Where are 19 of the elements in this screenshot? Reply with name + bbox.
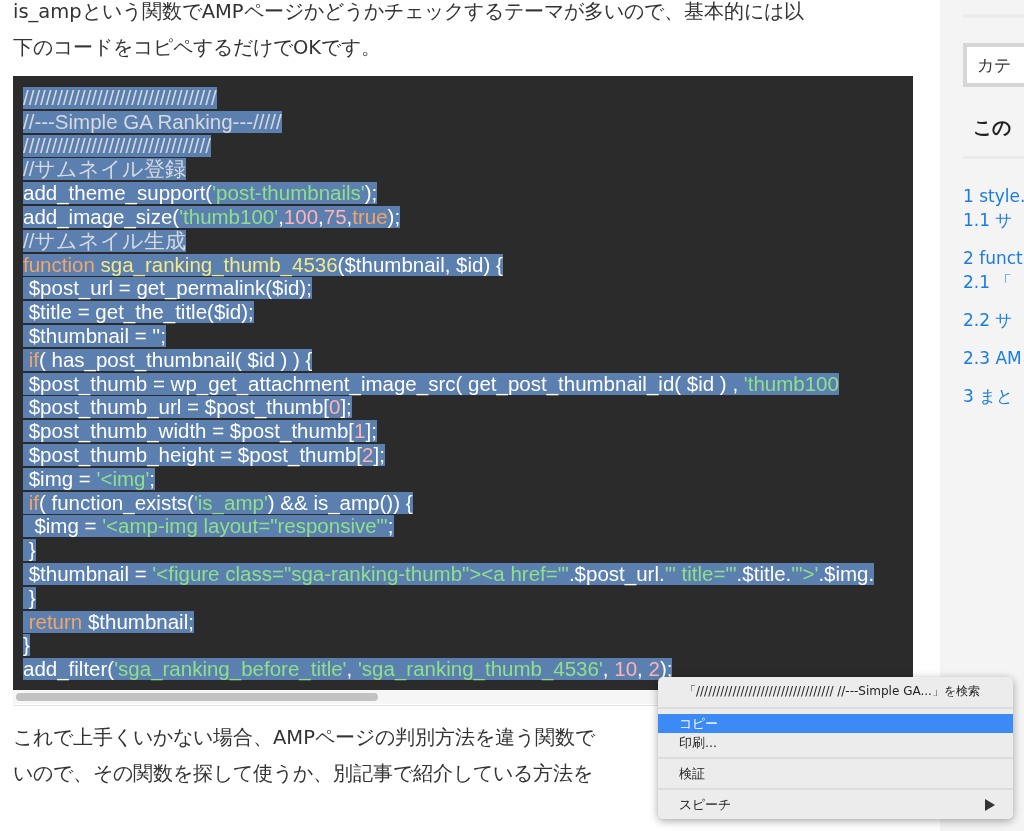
toc-link[interactable]: 1 style.: [963, 184, 1024, 208]
paragraph-line: is_ampという関数でAMPページかどうかチェックするテーマが多いので、基本的には以: [13, 0, 804, 25]
toc-link[interactable]: 3 まと: [963, 384, 1024, 408]
menu-item[interactable]: コピー: [658, 714, 1013, 733]
menu-item[interactable]: 検証: [658, 764, 1013, 783]
toc-heading: この: [972, 115, 1012, 140]
menu-item[interactable]: 「////////////////////////////////// //---Simple GA...」を検索: [658, 680, 1013, 702]
category-select[interactable]: カテ: [963, 43, 1024, 87]
paragraph-line: 下のコードをコピペするだけでOKです。: [13, 35, 382, 61]
toc-link[interactable]: 1.1 サ: [963, 208, 1024, 232]
paragraph-line: いので、その関数を探して使うか、別記事で紹介している方法を: [13, 761, 593, 787]
toc-link[interactable]: 2.1 「: [963, 270, 1024, 294]
toc-link[interactable]: 2.2 サ: [963, 308, 1024, 332]
toc-link[interactable]: 2.3 AM: [963, 346, 1024, 370]
menu-item[interactable]: スピーチ: [658, 795, 1013, 814]
menu-item[interactable]: 印刷...: [658, 733, 1013, 752]
scrollbar-thumb[interactable]: [16, 693, 378, 701]
paragraph-line: これで上手くいかない場合、AMPページの判別方法を違う関数で: [13, 725, 595, 751]
toc-link[interactable]: 2 funct: [963, 246, 1024, 270]
